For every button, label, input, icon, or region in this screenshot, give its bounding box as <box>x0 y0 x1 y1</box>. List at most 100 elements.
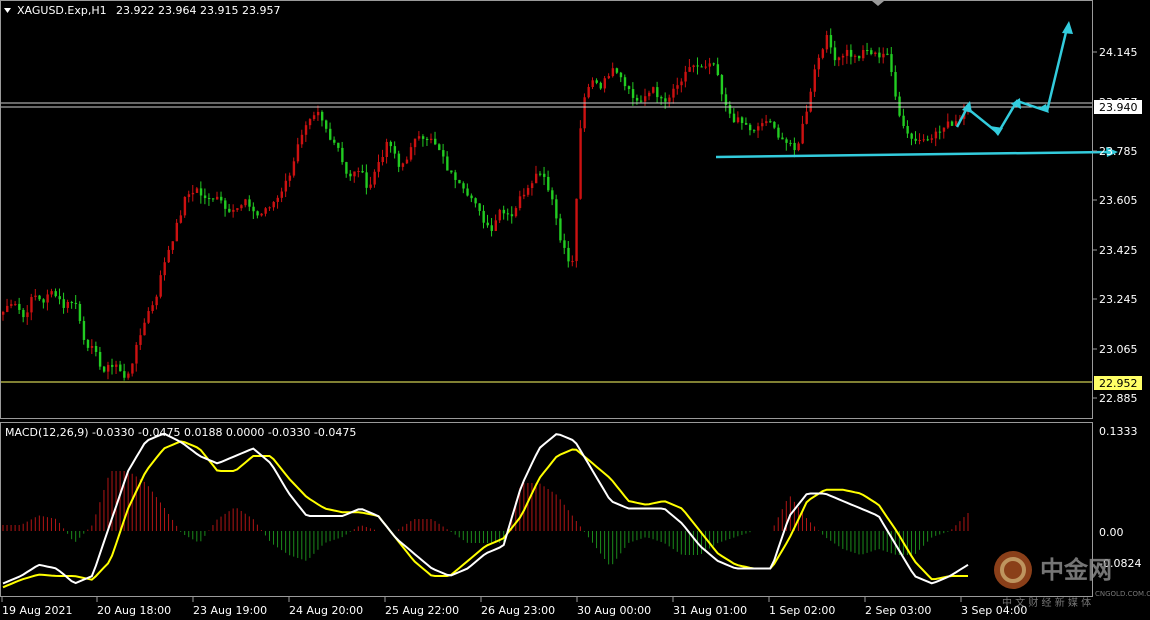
candle-body <box>14 303 17 305</box>
candle-body <box>470 195 473 199</box>
candle-body <box>716 64 720 76</box>
candle-body <box>284 180 288 192</box>
candle-body <box>139 335 142 345</box>
candle-body <box>712 63 716 65</box>
candle-body <box>547 176 550 191</box>
candle-body <box>652 87 655 93</box>
watermark-brand: 中金网 <box>1040 556 1112 584</box>
candle-body <box>813 69 816 92</box>
candle-body <box>575 198 578 262</box>
scroll-shift-marker-icon[interactable] <box>872 1 884 6</box>
candle-body <box>369 184 372 188</box>
watermark-tagline: 中 文 财 经 新 媒 体 <box>1002 596 1091 609</box>
candle-body <box>183 196 187 216</box>
candle-body <box>353 171 356 177</box>
candle-body <box>777 127 780 138</box>
candle-body <box>6 305 9 312</box>
candle-body <box>377 162 380 172</box>
candle-body <box>167 249 170 263</box>
candle-body <box>38 295 41 300</box>
price-panel-border <box>0 0 1093 419</box>
candle-body <box>833 47 837 61</box>
candle-body <box>341 147 344 163</box>
candle-body <box>680 81 683 86</box>
cngold-logo-icon <box>994 551 1032 589</box>
candle-body <box>918 140 921 142</box>
candle-body <box>458 179 461 184</box>
candle-body <box>434 138 437 145</box>
candle-body <box>789 142 792 144</box>
candle-body <box>94 345 98 352</box>
candle-body <box>232 209 235 212</box>
candle-body <box>611 68 615 77</box>
candle-body <box>773 121 776 128</box>
candle-body <box>518 196 522 209</box>
current-price-tag: 23.940 <box>1099 101 1138 114</box>
candle-body <box>551 190 554 200</box>
candle-body <box>111 364 114 367</box>
candle-body <box>345 162 348 174</box>
macd-signal-line <box>2 440 968 589</box>
candle-body <box>30 297 33 313</box>
candle-body <box>292 161 296 176</box>
candle-body <box>308 119 312 126</box>
candle-body <box>397 153 401 167</box>
candle-body <box>272 201 275 208</box>
macd-tick: 0.1333 <box>1099 425 1138 438</box>
price-tick: 23.785 <box>1099 145 1138 158</box>
candle-body <box>934 131 938 139</box>
candle-body <box>841 55 845 58</box>
candle-body <box>684 71 687 82</box>
chart-menu-triangle-icon[interactable] <box>4 8 11 13</box>
candle-body <box>171 241 174 250</box>
macd-tick: 0.00 <box>1099 526 1124 539</box>
candle-body <box>849 49 853 57</box>
macd-main-line <box>2 432 969 585</box>
candle-body <box>393 146 397 154</box>
candle-body <box>902 115 905 127</box>
candle-body <box>244 199 247 206</box>
candle-body <box>155 296 158 306</box>
candle-body <box>862 50 865 59</box>
candle-body <box>878 52 881 58</box>
candle-body <box>708 63 711 67</box>
candle-body <box>664 98 667 102</box>
candle-body <box>526 188 530 195</box>
candle-body <box>567 247 570 262</box>
candle-body <box>829 35 833 48</box>
candle-body <box>732 113 736 123</box>
candle-body <box>688 67 691 72</box>
candle-body <box>627 86 631 90</box>
mt4-chart-window[interactable]: XAGUSD.Exp,H1 23.922 23.964 23.915 23.95… <box>0 0 1150 620</box>
symbol-label: XAGUSD.Exp,H1 <box>17 4 107 17</box>
candle-body <box>906 126 909 134</box>
annotation-layer <box>715 21 1118 159</box>
candle-body <box>874 52 877 55</box>
candle-body <box>296 144 300 162</box>
candle-body <box>337 142 340 148</box>
candle-body <box>361 171 364 173</box>
candle-body <box>304 125 308 135</box>
candle-body <box>74 302 78 305</box>
candle-body <box>809 91 812 112</box>
candle-body <box>793 142 796 151</box>
candle-body <box>143 322 146 336</box>
candle-body <box>882 53 885 58</box>
candle-body <box>607 76 611 79</box>
candle-body <box>187 194 191 197</box>
candle-body <box>700 66 703 68</box>
candle-body <box>58 296 61 300</box>
candle-body <box>86 339 90 348</box>
candle-body <box>522 194 526 197</box>
candle-body <box>639 100 643 102</box>
candle-body <box>870 50 873 55</box>
candle-body <box>389 141 393 147</box>
candle-body <box>98 351 102 367</box>
candle-body <box>18 303 21 310</box>
candle-body <box>930 138 934 140</box>
candle-body <box>365 172 368 188</box>
candle-body <box>757 126 760 131</box>
candle-body <box>753 130 756 132</box>
time-label: 2 Sep 03:00 <box>865 604 931 617</box>
candle-body <box>490 225 493 231</box>
